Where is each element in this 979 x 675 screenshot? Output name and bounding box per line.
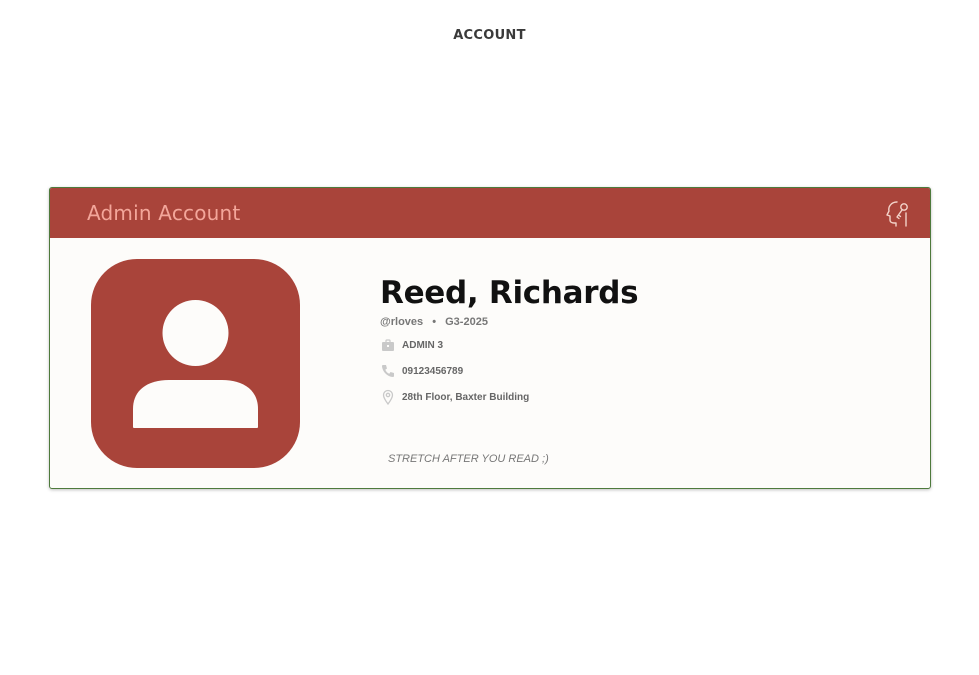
page-title: ACCOUNT [453,28,526,43]
profile-role-row: ADMIN 3 [380,336,638,354]
profile-phone-row: 09123456789 [380,362,638,380]
briefcase-icon [380,337,396,353]
account-page: ACCOUNT Admin Account Reed, Richards @rl… [0,0,979,675]
account-card: Admin Account Reed, Richards @rloves • G… [49,187,931,489]
profile-address: 28th Floor, Baxter Building [402,391,530,403]
profile-meta: @rloves • G3-2025 [380,316,638,328]
profile-username: @rloves [380,316,424,328]
profile-role: ADMIN 3 [402,339,444,351]
profile-name: Reed, Richards [380,275,639,311]
location-pin-icon [380,389,396,406]
phone-icon [380,363,396,379]
profile-bio: STRETCH AFTER YOU READ ;) [388,453,549,465]
user-settings-icon[interactable] [884,198,914,228]
card-header: Admin Account [50,188,930,238]
profile-address-row: 28th Floor, Baxter Building [380,388,638,406]
profile-group: G3-2025 [445,316,488,328]
separator-dot: • [432,316,437,328]
user-avatar-icon [91,259,300,468]
profile-phone: 09123456789 [402,365,464,377]
profile-info: Reed, Richards @rloves • G3-2025 ADMIN 3 [380,274,639,406]
card-header-title: Admin Account [87,201,241,225]
